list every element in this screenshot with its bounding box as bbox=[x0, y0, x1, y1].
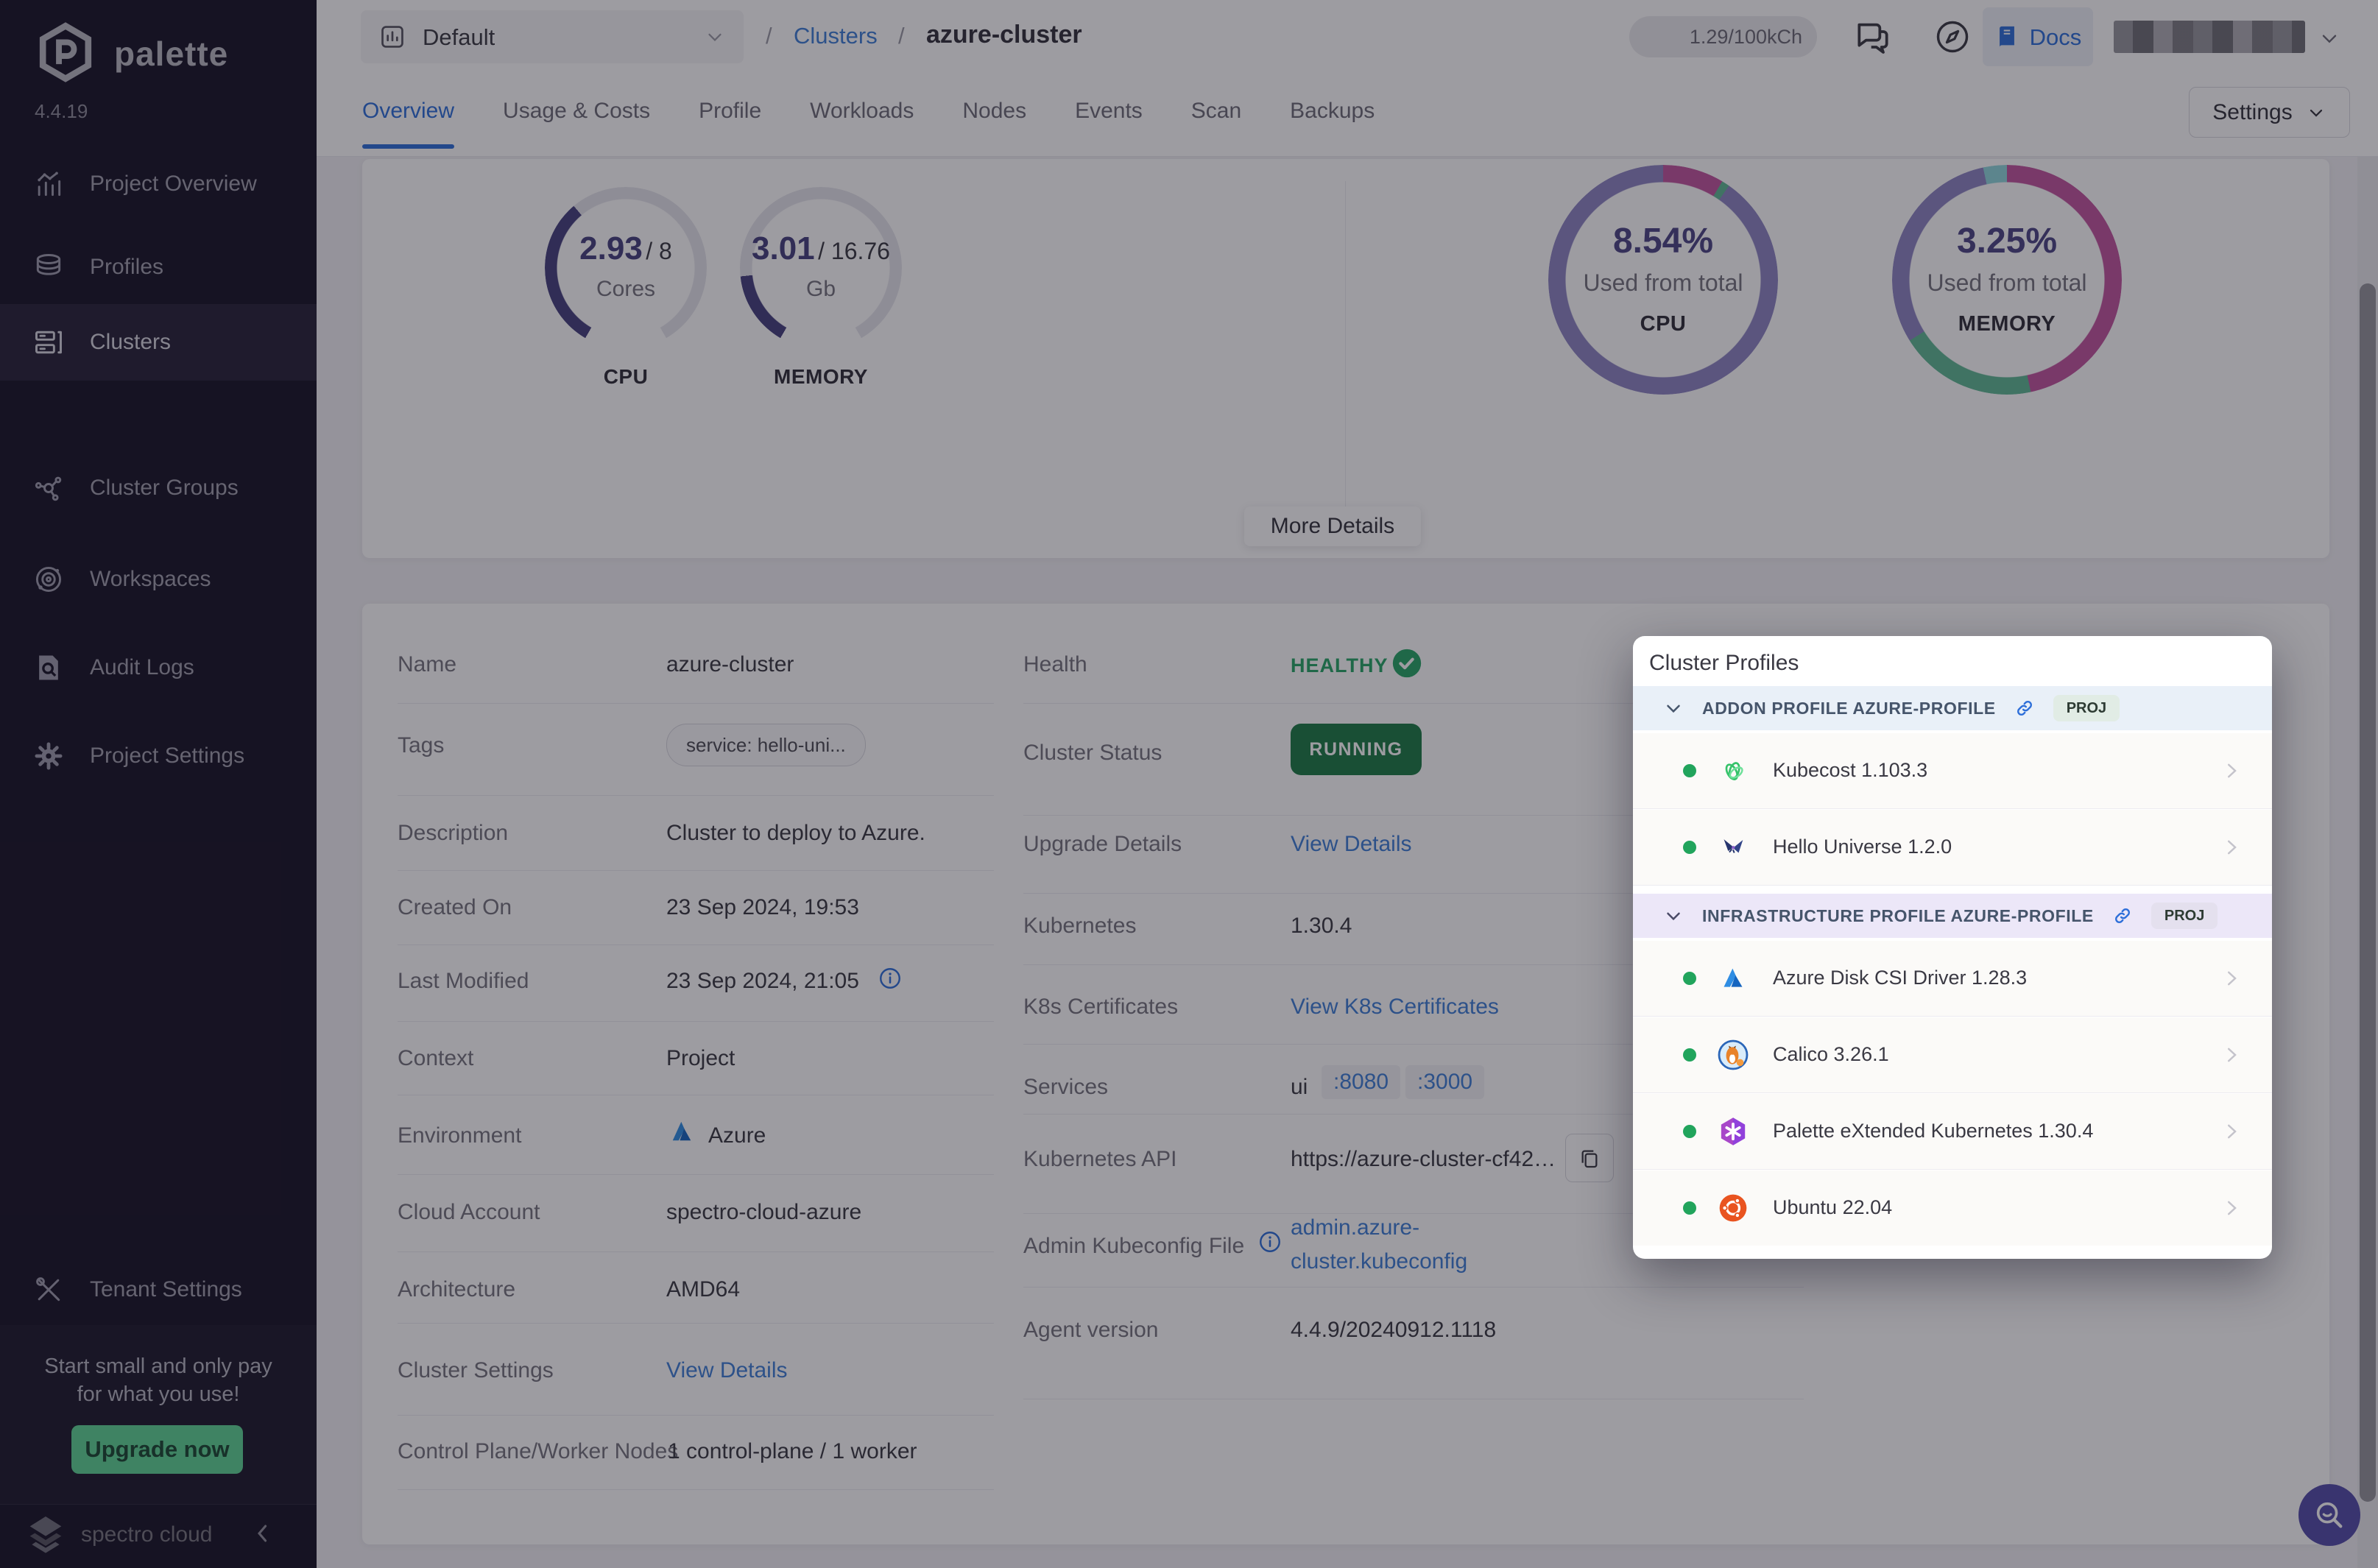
chevron-right-icon bbox=[2220, 760, 2243, 782]
status-dot bbox=[1683, 841, 1696, 854]
status-dot bbox=[1683, 1201, 1696, 1215]
status-dot bbox=[1683, 1125, 1696, 1138]
profile-layer-row-hello-universe[interactable]: Hello Universe 1.2.0 bbox=[1633, 810, 2272, 886]
profile-layer-row-pxk[interactable]: Palette eXtended Kubernetes 1.30.4 bbox=[1633, 1094, 2272, 1170]
profile-layer-row-kubecost[interactable]: Kubecost 1.103.3 bbox=[1633, 733, 2272, 809]
profile-layer-row-ubuntu[interactable]: Ubuntu 22.04 bbox=[1633, 1170, 2272, 1246]
chevron-right-icon bbox=[2220, 1044, 2243, 1066]
chevron-right-icon bbox=[2220, 1197, 2243, 1219]
calico-icon bbox=[1715, 1037, 1751, 1073]
proj-scope-badge: PROJ bbox=[2151, 903, 2218, 929]
chevron-down-icon bbox=[1662, 697, 1684, 719]
profile-layer-row-calico[interactable]: Calico 3.26.1 bbox=[1633, 1017, 2272, 1093]
palette-console: palette 4.4.19 Project Overview Profiles… bbox=[0, 0, 2378, 1568]
status-dot bbox=[1683, 1048, 1696, 1062]
profile-layer-name: Azure Disk CSI Driver 1.28.3 bbox=[1773, 968, 2027, 988]
profile-layer-name: Kubecost 1.103.3 bbox=[1773, 760, 1927, 780]
status-dot bbox=[1683, 764, 1696, 777]
profile-layer-name: Palette eXtended Kubernetes 1.30.4 bbox=[1773, 1121, 2093, 1141]
infrastructure-profile-name: INFRASTRUCTURE PROFILE AZURE-PROFILE bbox=[1702, 908, 2094, 925]
ubuntu-icon bbox=[1717, 1192, 1749, 1224]
hello-universe-icon bbox=[1718, 833, 1748, 862]
addon-profile-name: ADDON PROFILE AZURE-PROFILE bbox=[1702, 700, 1996, 717]
azure-disk-icon bbox=[1718, 964, 1748, 993]
chevron-right-icon bbox=[2220, 967, 2243, 989]
cluster-profiles-popup: Cluster Profiles ADDON PROFILE AZURE-PRO… bbox=[1633, 636, 2272, 1259]
palette-kubernetes-icon bbox=[1717, 1115, 1749, 1148]
link-icon[interactable] bbox=[2111, 905, 2134, 927]
chevron-right-icon bbox=[2220, 836, 2243, 858]
addon-profile-header[interactable]: ADDON PROFILE AZURE-PROFILE PROJ bbox=[1633, 686, 2272, 730]
infrastructure-profile-header[interactable]: INFRASTRUCTURE PROFILE AZURE-PROFILE PRO… bbox=[1633, 894, 2272, 938]
chevron-down-icon bbox=[1662, 905, 1684, 927]
kubecost-icon bbox=[1718, 756, 1748, 785]
proj-scope-badge: PROJ bbox=[2053, 695, 2120, 721]
profile-layer-row-azure-disk[interactable]: Azure Disk CSI Driver 1.28.3 bbox=[1633, 941, 2272, 1017]
chevron-right-icon bbox=[2220, 1120, 2243, 1143]
status-dot bbox=[1683, 972, 1696, 985]
profile-layer-name: Hello Universe 1.2.0 bbox=[1773, 837, 1952, 857]
profile-layer-name: Ubuntu 22.04 bbox=[1773, 1198, 1892, 1218]
profile-layer-name: Calico 3.26.1 bbox=[1773, 1045, 1889, 1064]
popup-title: Cluster Profiles bbox=[1649, 652, 1799, 674]
link-icon[interactable] bbox=[2014, 697, 2036, 719]
